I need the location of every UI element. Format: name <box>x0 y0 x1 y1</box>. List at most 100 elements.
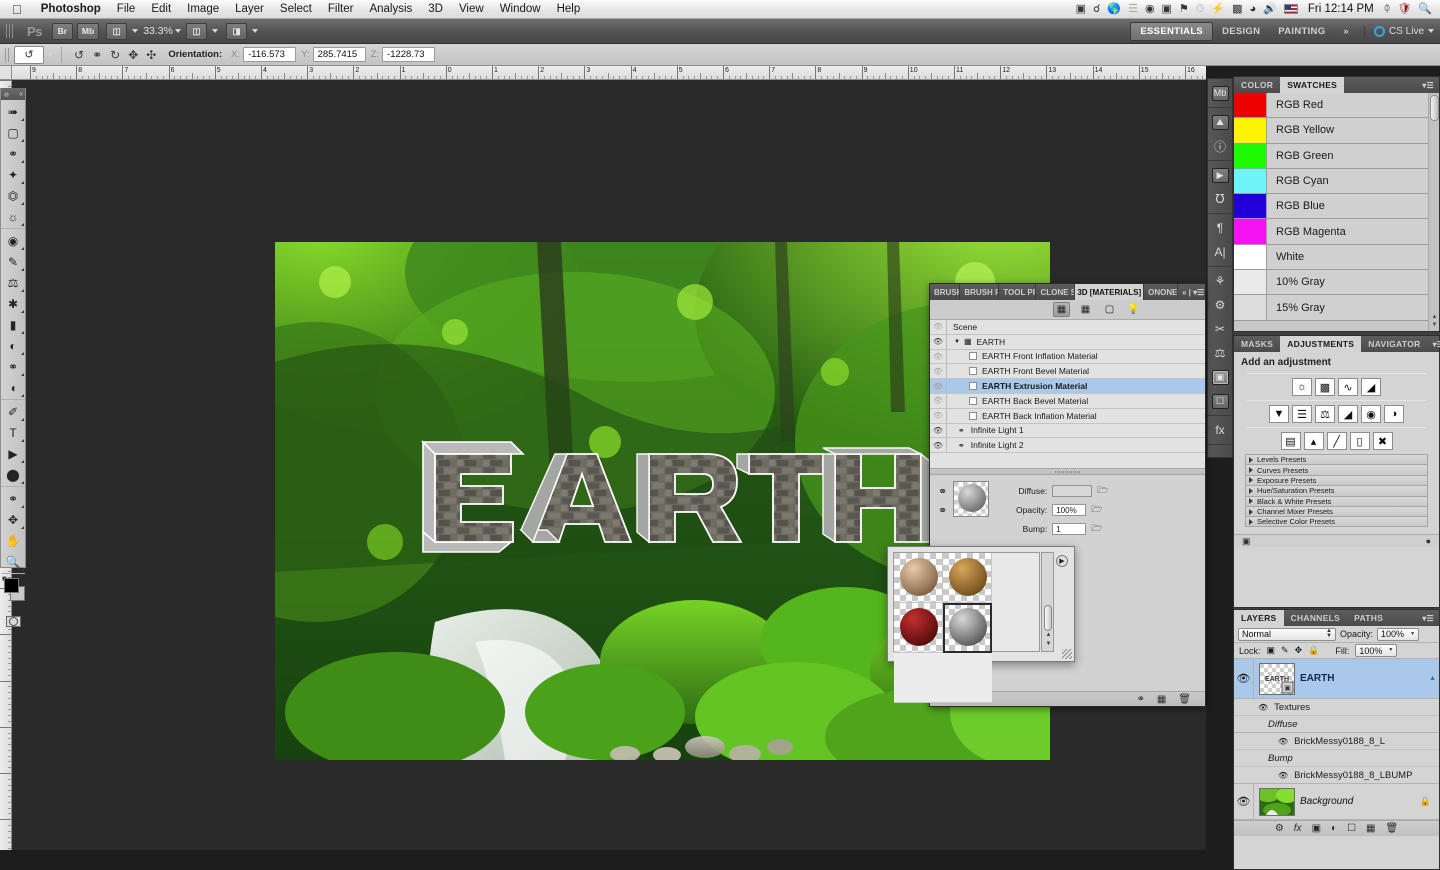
3d-scene-tree[interactable]: 👁 Scene 👁 ▼ ▦ EARTH 👁 EARTH Front Inflation Mat… <box>930 320 1205 468</box>
table-row[interactable]: 👁 Background 🔒 <box>1234 784 1439 820</box>
crop-tool[interactable]: ⏣ <box>1 185 25 206</box>
list-item[interactable]: 👁 BrickMessy0188_8_LBUMP <box>1234 767 1439 784</box>
animation-icon[interactable]: ▶ <box>1208 163 1232 187</box>
scroll-up-icon[interactable]: ▲ <box>1431 314 1438 321</box>
workspace-essentials[interactable]: ESSENTIALS <box>1130 21 1214 41</box>
preset-row[interactable]: Hue/Saturation Presets <box>1245 485 1428 496</box>
color-balance-icon[interactable]: ⚖ <box>1315 405 1335 423</box>
appbar-grip[interactable] <box>6 24 14 38</box>
3d-rotate-tool-icon[interactable]: ↺ <box>14 45 44 64</box>
chevron-right-icon[interactable] <box>1249 498 1253 505</box>
panel-menu-icon[interactable]: » | ▾☰ <box>1178 284 1205 300</box>
tab-brush-presets[interactable]: BRUSH P <box>960 284 1000 300</box>
3d-rotate-camera-icon[interactable]: ↺ <box>74 49 84 61</box>
hand-tool[interactable]: ✋ <box>1 530 25 551</box>
volume-icon[interactable]: 🔊 <box>1263 3 1277 15</box>
visibility-toggle[interactable]: 👁 <box>930 320 947 334</box>
notes-icon[interactable]: ☐ <box>1208 389 1232 413</box>
lock-transparency-icon[interactable]: ▣ <box>1267 645 1276 656</box>
swatch-row[interactable]: RGB Magenta <box>1234 219 1439 245</box>
bluetooth-icon[interactable]: ᛰ <box>1384 3 1391 15</box>
material-checkbox[interactable] <box>969 411 977 420</box>
workspace-painting[interactable]: PAINTING <box>1269 23 1334 40</box>
launch-mini-bridge-button[interactable]: Mb <box>76 22 100 40</box>
3d-object-rotate-tool[interactable]: ⚭ <box>1 488 25 509</box>
preset-row[interactable]: Channel Mixer Presets <box>1245 505 1428 517</box>
shield-icon[interactable]: 🛡 <box>1397 3 1411 15</box>
3d-texture-filter-icon[interactable]: ▢ <box>1101 302 1118 317</box>
arrange-documents-icon[interactable]: ◫ <box>185 22 207 40</box>
orientation-x-field[interactable]: -116.573 <box>243 47 297 62</box>
invert-icon[interactable]: ▤ <box>1280 432 1301 450</box>
tab-brush[interactable]: BRUSH <box>930 284 961 300</box>
fill-field[interactable]: 100% ▼ <box>1355 644 1398 657</box>
cs-live-menu[interactable]: CS Live <box>1363 25 1434 37</box>
menu-item-view[interactable]: View <box>451 3 492 15</box>
property-value-field[interactable]: 1 <box>1052 523 1087 535</box>
panel-menu-icon[interactable]: ▾☰ <box>1428 336 1440 352</box>
spot-healing-brush-tool[interactable]: ◉ <box>1 230 25 251</box>
posterize-icon[interactable]: ▴ <box>1303 432 1324 450</box>
chevron-updown-icon[interactable]: ▲ ▼ <box>1326 628 1332 639</box>
swatches-scrollbar[interactable]: ▲ ▼ <box>1428 93 1439 331</box>
opacity-field[interactable]: 100% ▼ <box>1377 627 1420 641</box>
optionsbar-grip[interactable] <box>5 47 10 62</box>
history-brush-tool[interactable]: ✱ <box>1 293 25 314</box>
hue-saturation-icon[interactable]: ☰ <box>1292 405 1312 423</box>
layer-style-icon[interactable]: fx <box>1294 823 1302 834</box>
clone-source-icon[interactable]: ⚖ <box>1208 341 1232 365</box>
scene-tree-row[interactable]: 👁 ▼ ▦ EARTH <box>930 334 1205 350</box>
layer-name[interactable]: EARTH <box>1300 673 1334 684</box>
3d-materials-filter-icon[interactable]: ▦ <box>1053 302 1070 317</box>
texture-menu-icon[interactable]: 🗁 <box>1091 521 1102 537</box>
wifi-icon[interactable]: ◕ <box>1250 3 1257 15</box>
eraser-tool[interactable]: ▮ <box>1 314 25 335</box>
layer-name[interactable]: Background <box>1300 796 1353 807</box>
texture-visibility-toggle[interactable]: 👁 <box>1278 771 1288 780</box>
link-icon[interactable]: ☌ <box>1093 3 1100 15</box>
chevron-down-icon[interactable]: ▼ <box>1410 631 1415 637</box>
flag-icon[interactable]: ⚑ <box>1179 3 1189 15</box>
tab-paths[interactable]: PATHS <box>1347 610 1390 626</box>
shape-tool[interactable]: ⬤ <box>1 464 25 485</box>
exposure-icon[interactable]: ◢ <box>1361 378 1381 396</box>
tool-presets-icon[interactable]: ⚙ <box>1208 293 1232 317</box>
type-tool[interactable]: T <box>1 422 25 443</box>
swatch-row[interactable]: White <box>1234 244 1439 271</box>
swatch-row[interactable]: RGB Yellow <box>1234 118 1439 144</box>
target-icon[interactable]: ◉ <box>1145 3 1155 15</box>
quick-mask-icon[interactable] <box>1 612 25 630</box>
photo-filter-icon[interactable]: ◉ <box>1361 405 1381 423</box>
screen-mode-menu[interactable]: ◨ <box>224 22 258 40</box>
visibility-toggle[interactable]: 👁 <box>930 334 947 349</box>
panel-menu-icon[interactable]: ▾☰ <box>1417 610 1439 626</box>
scene-tree-row[interactable]: 👁 EARTH Back Inflation Material <box>930 408 1205 424</box>
texture-visibility-toggle[interactable]: 👁 <box>1258 703 1268 712</box>
visibility-toggle[interactable]: 👁 <box>930 393 947 408</box>
menu-item-filter[interactable]: Filter <box>320 3 362 15</box>
chevron-down-icon[interactable]: ▼ <box>1388 648 1393 653</box>
dodge-tool[interactable]: ◖ <box>1 377 25 398</box>
tab-channels[interactable]: CHANNELS <box>1284 610 1348 626</box>
material-picker-item[interactable] <box>894 553 943 603</box>
material-picker-scrollbar[interactable]: ▲ ▼ <box>1041 552 1054 652</box>
texture-name-bump[interactable]: BrickMessy0188_8_LBUMP <box>1294 770 1412 781</box>
collapse-arrows-icon[interactable]: « <box>19 91 23 98</box>
menu-item-image[interactable]: Image <box>179 3 227 15</box>
scissors-icon[interactable]: ✂ <box>1208 317 1232 341</box>
swatch-color-chip[interactable] <box>1234 270 1267 295</box>
marquee-tool[interactable]: ▢ <box>1 122 25 143</box>
swatch-row[interactable]: RGB Green <box>1234 143 1439 169</box>
3d-panel-icon[interactable]: ▣ <box>1208 365 1232 389</box>
resize-grip-icon[interactable] <box>1062 649 1072 659</box>
zoom-chevron-down-icon[interactable] <box>174 29 181 33</box>
tab-color[interactable]: COLOR <box>1234 77 1280 93</box>
material-checkbox[interactable] <box>969 382 977 391</box>
material-picker-scroll-thumb[interactable] <box>1044 605 1052 631</box>
character-icon[interactable]: A| <box>1208 240 1232 264</box>
3d-roll-camera-icon[interactable]: ⚭ <box>92 49 102 61</box>
curves-icon[interactable]: ∿ <box>1338 378 1358 396</box>
layer-visibility-toggle[interactable]: 👁 <box>1234 659 1254 698</box>
3d-paint-icon[interactable]: ⚭ <box>1136 694 1144 705</box>
visibility-toggle[interactable]: 👁 <box>930 379 947 393</box>
